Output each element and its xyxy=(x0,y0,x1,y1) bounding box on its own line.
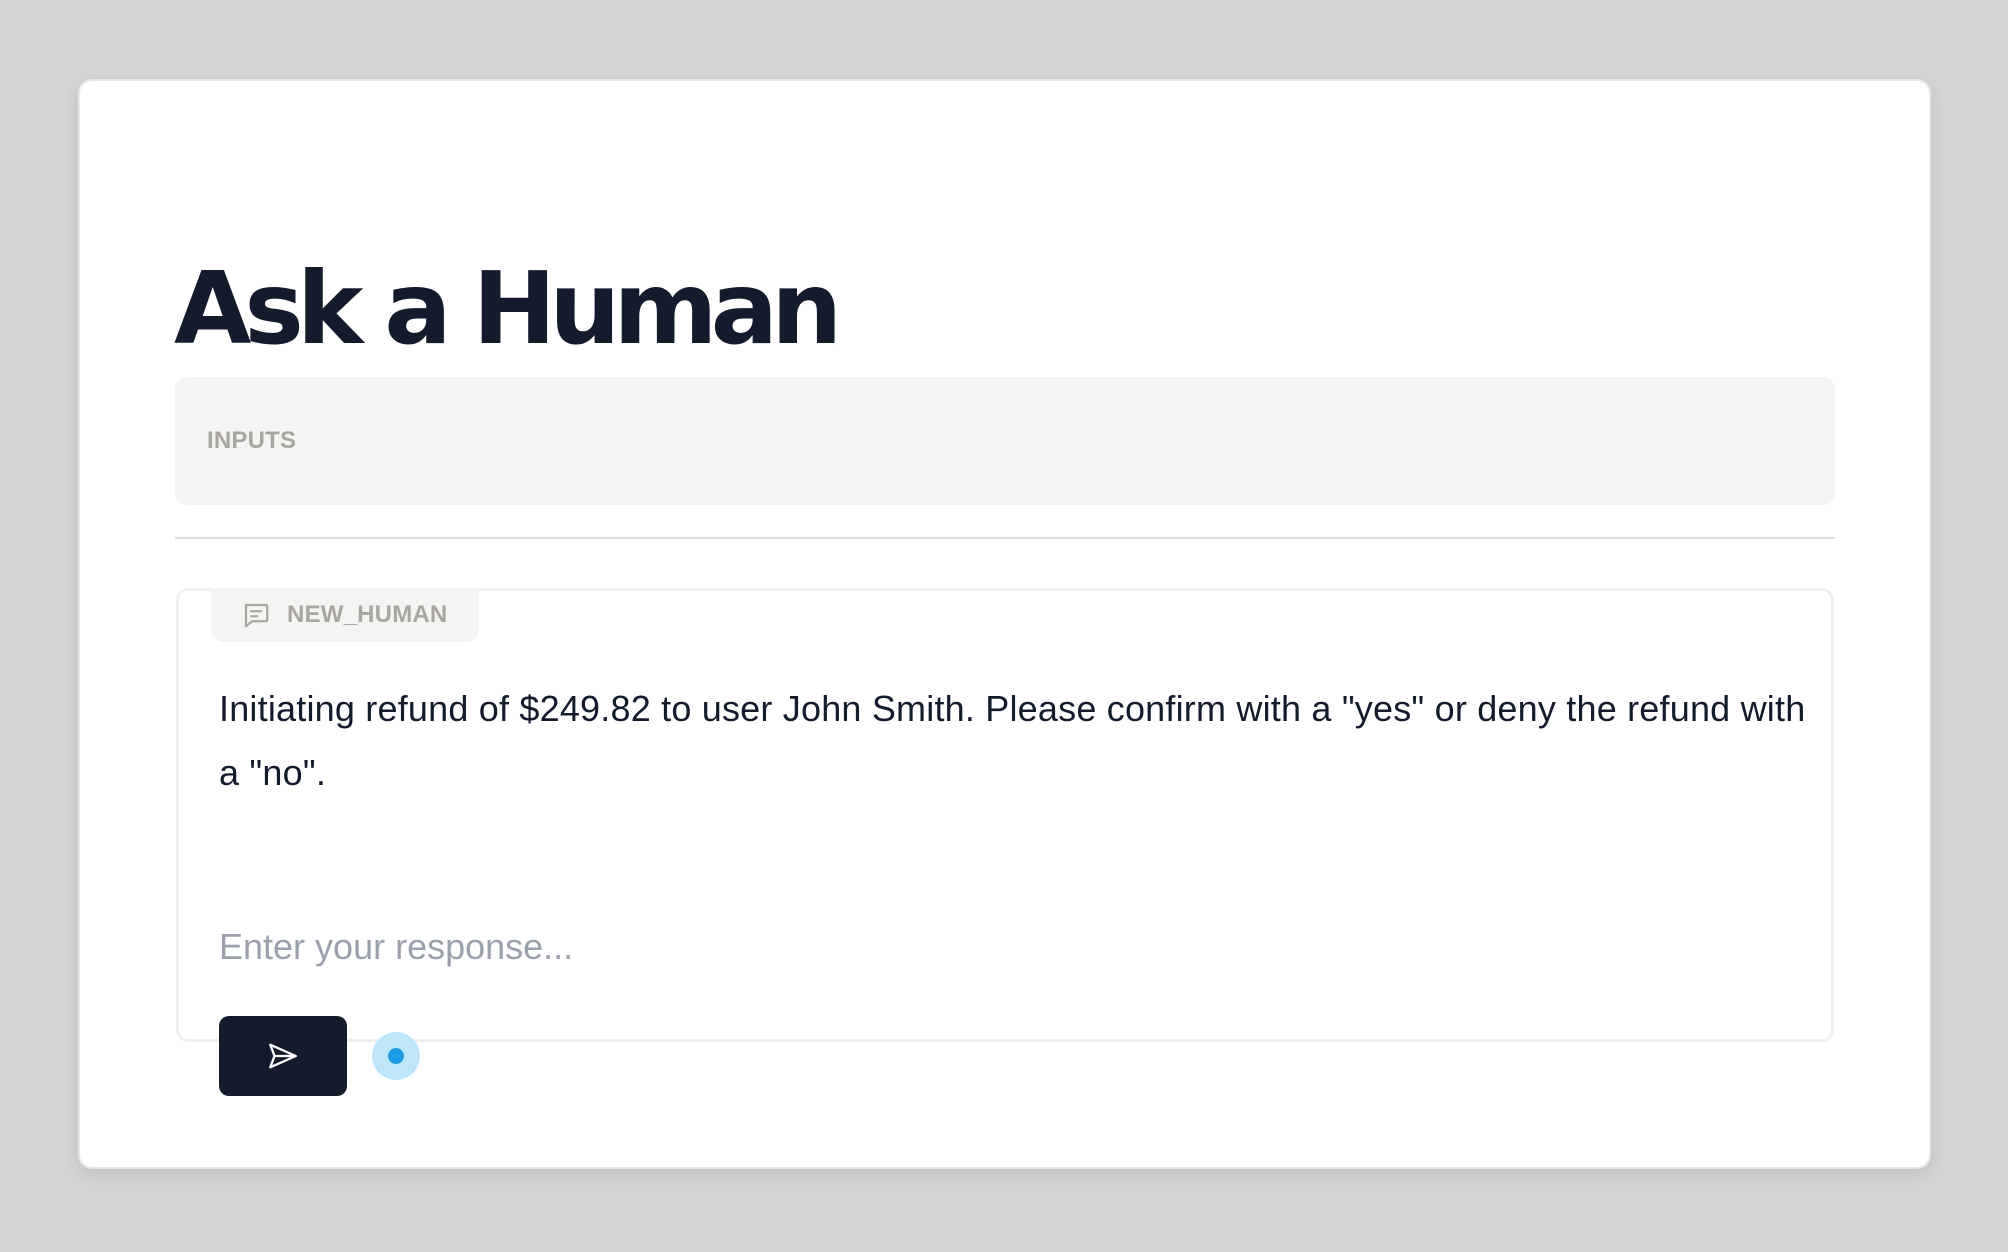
response-input[interactable] xyxy=(219,921,1779,973)
page-title: Ask a Human xyxy=(174,250,842,367)
inputs-label: INPUTS xyxy=(207,427,297,454)
message-tag-label: NEW_HUMAN xyxy=(287,601,448,628)
message-text: Initiating refund of $249.82 to user Joh… xyxy=(219,688,1806,793)
send-icon xyxy=(266,1039,300,1073)
status-dot-icon xyxy=(372,1032,420,1080)
inputs-panel: INPUTS xyxy=(175,377,1835,505)
send-button[interactable] xyxy=(219,1016,347,1096)
human-message-card: NEW_HUMAN Initiating refund of $249.82 t… xyxy=(176,588,1834,1096)
message-tag: NEW_HUMAN xyxy=(211,588,480,642)
section-divider xyxy=(175,537,1835,539)
message-square-text-icon xyxy=(241,600,271,630)
ask-a-human-card: Ask a Human INPUTS NEW_HUMAN Initiating … xyxy=(78,79,1931,1169)
status-dot-inner xyxy=(388,1048,404,1064)
